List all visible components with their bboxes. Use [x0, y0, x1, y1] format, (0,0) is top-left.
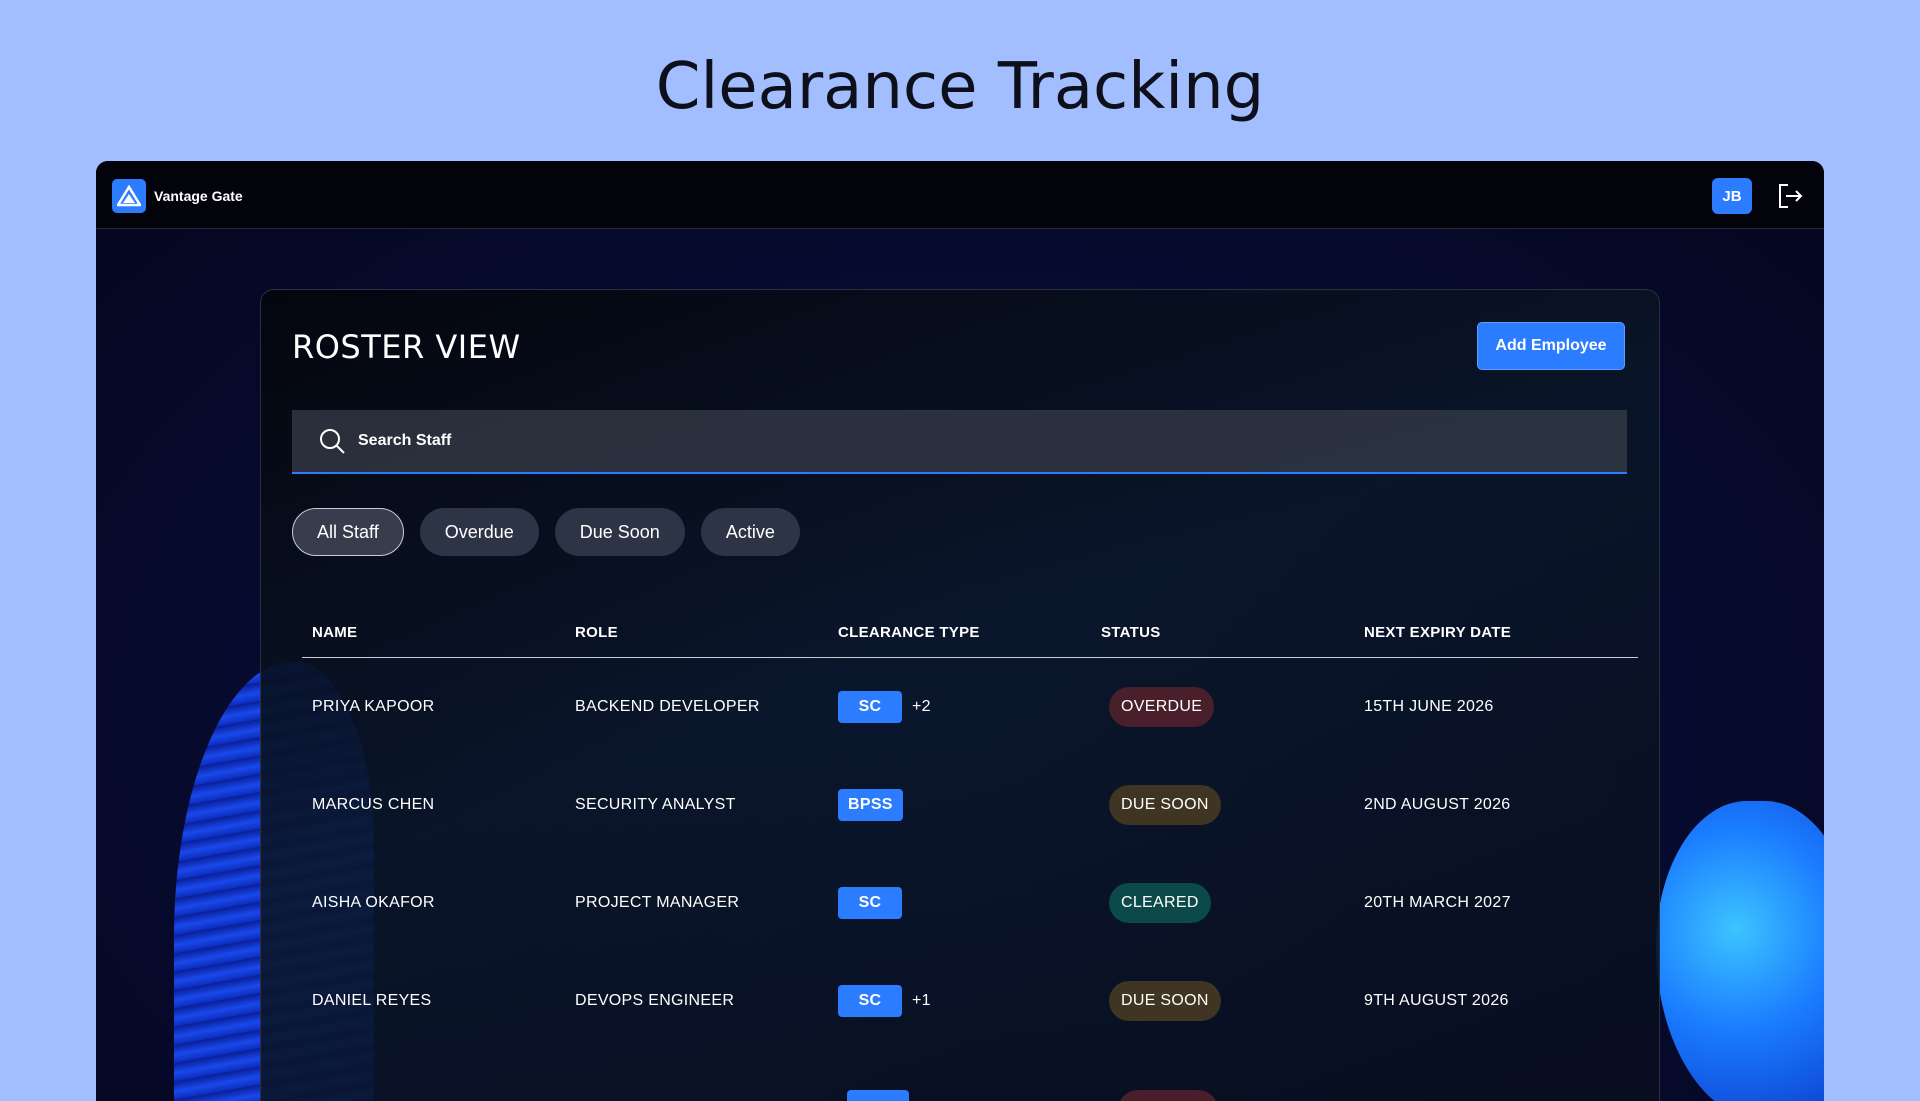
cell-clearance: SC +1 [828, 985, 1091, 1017]
filter-chips: All Staff Overdue Due Soon Active [292, 508, 800, 556]
brand-name: Vantage Gate [154, 188, 243, 204]
cell-expiry: 2ND AUGUST 2026 [1364, 796, 1511, 813]
avatar[interactable]: JB [1712, 178, 1752, 214]
clearance-badge: SC [838, 985, 902, 1017]
filter-chip-all-staff[interactable]: All Staff [292, 508, 404, 556]
partial-status-badge [1118, 1090, 1218, 1101]
roster-title: ROSTER VIEW [292, 328, 521, 366]
table-row[interactable]: AISHA OKAFOR PROJECT MANAGER SC CLEARED … [302, 854, 1638, 952]
brand[interactable]: Vantage Gate [112, 179, 243, 213]
cell-status: CLEARED [1091, 883, 1354, 923]
partial-clearance-badge [847, 1090, 909, 1101]
search-box[interactable] [292, 410, 1627, 474]
roster-table: NAME ROLE CLEARANCE TYPE STATUS NEXT EXP… [302, 608, 1638, 1050]
column-header-status[interactable]: STATUS [1091, 624, 1354, 641]
search-icon [320, 429, 345, 454]
cell-name: MARCUS CHEN [312, 796, 435, 813]
mountain-logo-icon [112, 179, 146, 213]
cell-clearance: SC [828, 887, 1091, 919]
filter-chip-overdue[interactable]: Overdue [419, 508, 539, 556]
filter-chip-active[interactable]: Active [700, 508, 800, 556]
cell-role: BACKEND DEVELOPER [575, 698, 760, 715]
search-input[interactable] [358, 432, 1627, 450]
cell-name: DANIEL REYES [312, 992, 432, 1009]
cell-status: DUE SOON [1091, 981, 1354, 1021]
status-badge: CLEARED [1109, 883, 1211, 923]
top-bar: Vantage Gate JB [96, 161, 1824, 229]
app-window: Vantage Gate JB ROSTER VIEW Add Employee… [96, 161, 1824, 1101]
cell-status: OVERDUE [1091, 687, 1354, 727]
cell-role: DEVOPS ENGINEER [575, 992, 735, 1009]
table-row[interactable]: MARCUS CHEN SECURITY ANALYST BPSS DUE SO… [302, 756, 1638, 854]
clearance-badge: BPSS [838, 789, 903, 821]
cell-role: SECURITY ANALYST [575, 796, 736, 813]
status-badge: OVERDUE [1109, 687, 1215, 727]
column-header-name[interactable]: NAME [302, 624, 565, 641]
table-row[interactable]: PRIYA KAPOOR BACKEND DEVELOPER SC +2 OVER… [302, 658, 1638, 756]
cell-clearance: SC +2 [828, 691, 1091, 723]
page-heading: Clearance Tracking [655, 50, 1265, 124]
table-header: NAME ROLE CLEARANCE TYPE STATUS NEXT EXP… [302, 608, 1638, 658]
logout-icon[interactable] [1776, 182, 1804, 210]
column-header-next-expiry-date[interactable]: NEXT EXPIRY DATE [1354, 624, 1638, 641]
cell-role: PROJECT MANAGER [575, 894, 740, 911]
roster-card: ROSTER VIEW Add Employee All Staff Overd… [260, 289, 1660, 1101]
cell-status: DUE SOON [1091, 785, 1354, 825]
cell-expiry: 20TH MARCH 2027 [1364, 894, 1511, 911]
column-header-role[interactable]: ROLE [565, 624, 828, 641]
cell-expiry: 9TH AUGUST 2026 [1364, 992, 1509, 1009]
filter-chip-due-soon[interactable]: Due Soon [554, 508, 685, 556]
status-badge: DUE SOON [1109, 785, 1221, 825]
cell-name: PRIYA KAPOOR [312, 698, 435, 715]
cell-expiry: 15TH JUNE 2026 [1364, 698, 1494, 715]
cell-name: AISHA OKAFOR [312, 894, 435, 911]
clearance-badge: SC [838, 691, 902, 723]
add-employee-button[interactable]: Add Employee [1477, 322, 1625, 370]
cell-clearance: BPSS [828, 789, 1091, 821]
clearance-extra-count: +1 [912, 992, 931, 1009]
decorative-shape-right [1656, 801, 1824, 1101]
clearance-extra-count: +2 [912, 698, 931, 715]
clearance-badge: SC [838, 887, 902, 919]
table-row[interactable]: DANIEL REYES DEVOPS ENGINEER SC +1 DUE SO… [302, 952, 1638, 1050]
column-header-clearance-type[interactable]: CLEARANCE TYPE [828, 624, 1091, 641]
status-badge: DUE SOON [1109, 981, 1221, 1021]
